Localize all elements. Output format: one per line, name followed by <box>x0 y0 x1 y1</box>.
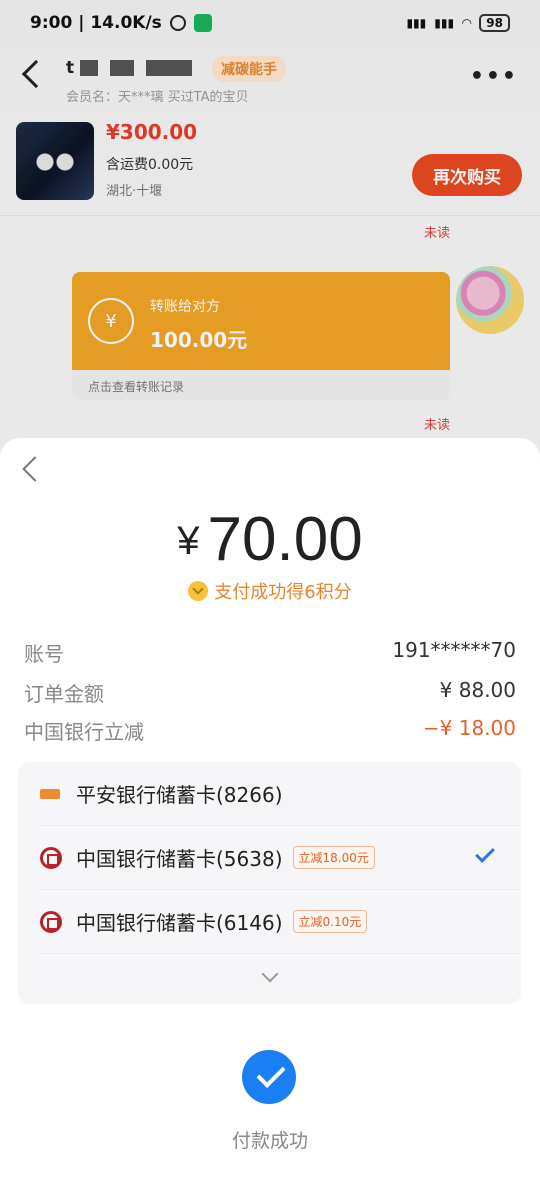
boc-bank-icon <box>40 910 62 933</box>
info-label: 账号 <box>24 642 64 666</box>
info-label: 中国银行立减 <box>24 720 144 744</box>
info-value: ¥ 88.00 <box>439 678 516 702</box>
boc-bank-icon <box>40 846 62 869</box>
chevron-down-icon[interactable] <box>261 965 279 983</box>
card-name: 中国银行储蓄卡(6146) <box>76 911 283 935</box>
check-icon <box>475 843 495 863</box>
discount-tag: 立减18.00元 <box>292 846 375 869</box>
card-name: 平安银行储蓄卡(8266) <box>76 783 283 807</box>
payment-sheet: ¥70.00 支付成功得6积分 账号 191******70 订单金额 ¥ 88… <box>0 438 540 1200</box>
success-text: 付款成功 <box>231 1130 308 1152</box>
pingan-bank-icon <box>40 788 60 799</box>
card-name: 中国银行储蓄卡(5638) <box>76 847 283 871</box>
info-row-account: 账号 191******70 <box>24 638 516 667</box>
amount-value: 70.00 <box>207 505 363 574</box>
coin-icon <box>188 581 209 601</box>
card-option-boc-6146[interactable]: 中国银行储蓄卡(6146) 立减0.10元 <box>40 890 520 954</box>
info-label: 订单金额 <box>24 682 104 706</box>
points-text: 支付成功得6积分 <box>214 582 352 603</box>
back-icon[interactable] <box>22 456 48 482</box>
info-value: −¥ 18.00 <box>422 716 516 740</box>
payment-card-list: 平安银行储蓄卡(8266) 中国银行储蓄卡(5638) 立减18.00元 中国银… <box>18 762 521 1004</box>
payment-amount: ¥70.00 <box>0 504 540 575</box>
info-row-discount: 中国银行立减 −¥ 18.00 <box>24 716 516 745</box>
info-value: 191******70 <box>392 638 516 662</box>
points-reward: 支付成功得6积分 <box>0 578 540 604</box>
success-check-icon <box>242 1050 296 1104</box>
currency-symbol: ¥ <box>177 519 200 563</box>
discount-tag: 立减0.10元 <box>292 910 368 933</box>
card-option-pingan[interactable]: 平安银行储蓄卡(8266) <box>40 762 520 826</box>
info-row-order-amount: 订单金额 ¥ 88.00 <box>24 678 516 707</box>
card-option-boc-5638[interactable]: 中国银行储蓄卡(5638) 立减18.00元 <box>40 826 520 890</box>
